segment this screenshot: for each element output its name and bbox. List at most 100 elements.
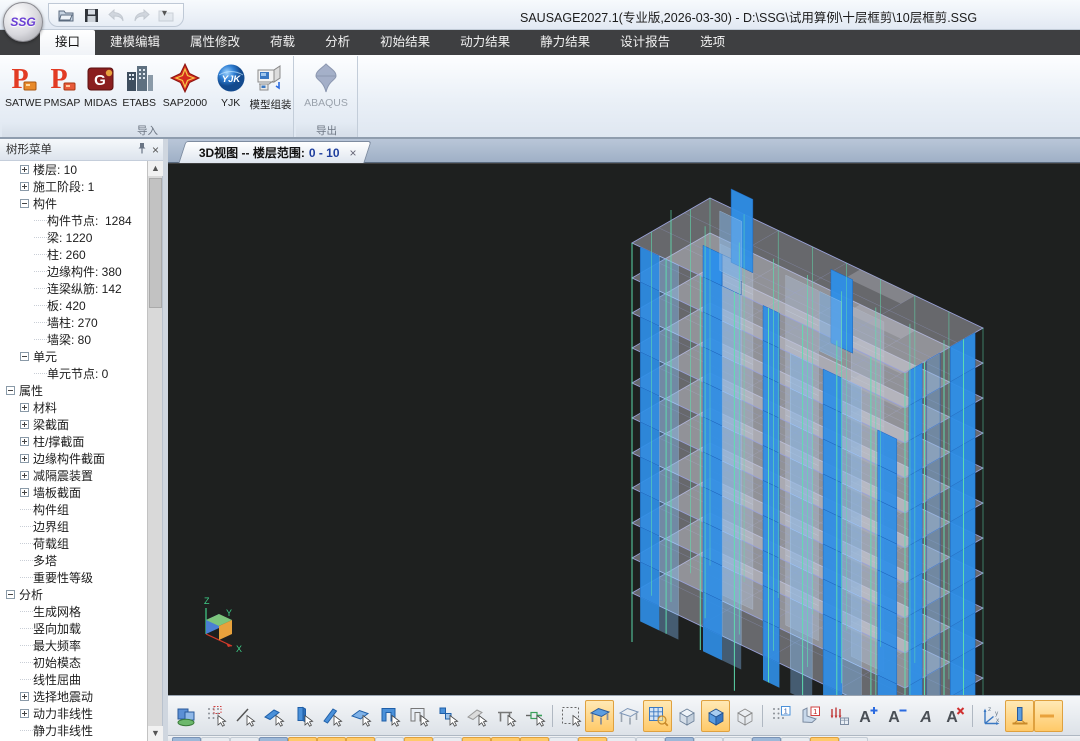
- expand-icon[interactable]: [20, 437, 29, 446]
- secondary-toolbar-icon[interactable]: [259, 737, 288, 741]
- scroll-down-icon[interactable]: ▼: [148, 726, 163, 741]
- ribbon-tab-静力结果[interactable]: 静力结果: [525, 30, 605, 55]
- secondary-toolbar-icon[interactable]: [578, 737, 607, 741]
- tree-item[interactable]: 柱: 260: [0, 246, 148, 263]
- collapse-icon[interactable]: [20, 352, 29, 361]
- expand-icon[interactable]: [20, 709, 29, 718]
- select-beam-icon[interactable]: [259, 700, 288, 732]
- secondary-toolbar-icon[interactable]: [665, 737, 694, 741]
- tree-scrollbar[interactable]: ▲ ▼: [147, 161, 162, 741]
- select-slab-icon[interactable]: [346, 700, 375, 732]
- tree-item[interactable]: 线性屈曲: [0, 671, 148, 688]
- select-brace-icon[interactable]: [317, 700, 346, 732]
- secondary-toolbar-icon[interactable]: [375, 737, 404, 741]
- axes-display-icon[interactable]: zyx: [976, 700, 1005, 732]
- ribbon-button-PMSAP[interactable]: PPMSAP: [43, 58, 82, 122]
- collapse-icon[interactable]: [6, 590, 15, 599]
- tree-item[interactable]: 墙柱: 270: [0, 314, 148, 331]
- select-frame-icon[interactable]: [491, 700, 520, 732]
- tree-item[interactable]: 边界组: [0, 518, 148, 535]
- view-solid-floor-icon[interactable]: [585, 700, 614, 732]
- tree-item[interactable]: 施工阶段: 1: [0, 178, 148, 195]
- tree-item[interactable]: 动力非线性: [0, 705, 148, 722]
- secondary-toolbar-icon[interactable]: [172, 737, 201, 741]
- tree-item[interactable]: 分析: [0, 586, 148, 603]
- expand-icon[interactable]: [20, 471, 29, 480]
- secondary-toolbar-icon[interactable]: [317, 737, 346, 741]
- ribbon-tab-建模编辑[interactable]: 建模编辑: [95, 30, 175, 55]
- secondary-toolbar-icon[interactable]: [491, 737, 520, 741]
- secondary-toolbar-icon[interactable]: [694, 737, 723, 741]
- tree-item[interactable]: 静力非线性: [0, 722, 148, 739]
- secondary-toolbar-icon[interactable]: [723, 737, 752, 741]
- font-italic-icon[interactable]: A: [911, 700, 940, 732]
- tab-close-icon[interactable]: ×: [350, 146, 357, 160]
- secondary-toolbar-icon[interactable]: [636, 737, 665, 741]
- font-decrease-icon[interactable]: A: [882, 700, 911, 732]
- ribbon-tab-属性修改[interactable]: 属性修改: [175, 30, 255, 55]
- tree-item[interactable]: 墙梁: 80: [0, 331, 148, 348]
- ribbon-tab-分析[interactable]: 分析: [310, 30, 365, 55]
- tree-item[interactable]: 墙板截面: [0, 484, 148, 501]
- tree-item[interactable]: 选择地震动: [0, 688, 148, 705]
- ribbon-tab-初始结果[interactable]: 初始结果: [365, 30, 445, 55]
- secondary-toolbar-icon[interactable]: [404, 737, 433, 741]
- tree-item[interactable]: 单元: [0, 348, 148, 365]
- model-display-icon[interactable]: [172, 700, 201, 732]
- tree-item[interactable]: 单元节点: 0: [0, 365, 148, 382]
- secondary-toolbar-icon[interactable]: [288, 737, 317, 741]
- secondary-toolbar-icon[interactable]: [781, 737, 810, 741]
- qat-dropdown-icon[interactable]: ▾: [162, 8, 167, 19]
- partial-icon[interactable]: [1034, 700, 1063, 732]
- secondary-toolbar-icon[interactable]: [201, 737, 230, 741]
- tree-item[interactable]: 连梁纵筋: 142: [0, 280, 148, 297]
- tree-item[interactable]: 楼层: 10: [0, 161, 148, 178]
- secondary-toolbar-icon[interactable]: [462, 737, 491, 741]
- ribbon-button-MIDAS[interactable]: GMIDAS: [81, 58, 120, 122]
- expand-icon[interactable]: [20, 182, 29, 191]
- pin-icon[interactable]: [137, 139, 147, 161]
- tree-item[interactable]: 柱/撑截面: [0, 433, 148, 450]
- ribbon-tab-接口[interactable]: 接口: [40, 30, 95, 55]
- tree-item[interactable]: 荷载组: [0, 535, 148, 552]
- expand-icon[interactable]: [20, 488, 29, 497]
- collapse-icon[interactable]: [20, 199, 29, 208]
- tree-item[interactable]: 最大频率: [0, 637, 148, 654]
- tree-item[interactable]: 板: 420: [0, 297, 148, 314]
- secondary-toolbar-icon[interactable]: [549, 737, 578, 741]
- tree-item[interactable]: 材料: [0, 399, 148, 416]
- view-hollow-cube-icon[interactable]: [672, 700, 701, 732]
- save-icon[interactable]: [82, 6, 100, 24]
- ribbon-button-ETABS[interactable]: ETABS: [120, 58, 159, 122]
- select-ghost-beam-icon[interactable]: [462, 700, 491, 732]
- tree-item[interactable]: 重要性等级: [0, 569, 148, 586]
- expand-icon[interactable]: [20, 454, 29, 463]
- secondary-toolbar-icon[interactable]: [433, 737, 462, 741]
- 3d-viewport[interactable]: Z Y X: [168, 163, 1080, 695]
- tree-item[interactable]: 属性: [0, 382, 148, 399]
- ribbon-tab-选项[interactable]: 选项: [685, 30, 740, 55]
- tree-item[interactable]: 边缘构件截面: [0, 450, 148, 467]
- ribbon-tab-动力结果[interactable]: 动力结果: [445, 30, 525, 55]
- select-column-icon[interactable]: [288, 700, 317, 732]
- select-line-icon[interactable]: [230, 700, 259, 732]
- tree-item[interactable]: 构件: [0, 195, 148, 212]
- tree-item[interactable]: 初始模态: [0, 654, 148, 671]
- scroll-up-icon[interactable]: ▲: [148, 161, 163, 176]
- column-display-icon[interactable]: [1005, 700, 1034, 732]
- element-number-icon[interactable]: 1: [795, 700, 824, 732]
- ribbon-button-模型组装[interactable]: 模型组装: [250, 58, 291, 122]
- ribbon-button-YJK[interactable]: YJKYJK: [211, 58, 250, 122]
- ribbon-tab-荷载[interactable]: 荷载: [255, 30, 310, 55]
- select-wall-opening-icon[interactable]: [404, 700, 433, 732]
- select-link-icon[interactable]: [520, 700, 549, 732]
- ribbon-button-SATWE[interactable]: PSATWE: [4, 58, 43, 122]
- tree-item[interactable]: 竖向加载: [0, 620, 148, 637]
- secondary-toolbar-icon[interactable]: [520, 737, 549, 741]
- view-wire-cube-icon[interactable]: [730, 700, 759, 732]
- scroll-thumb[interactable]: [149, 178, 162, 308]
- secondary-toolbar-icon[interactable]: [839, 737, 868, 741]
- view-grid-icon[interactable]: [643, 700, 672, 732]
- select-wall-icon[interactable]: [375, 700, 404, 732]
- close-panel-icon[interactable]: ×: [152, 139, 159, 161]
